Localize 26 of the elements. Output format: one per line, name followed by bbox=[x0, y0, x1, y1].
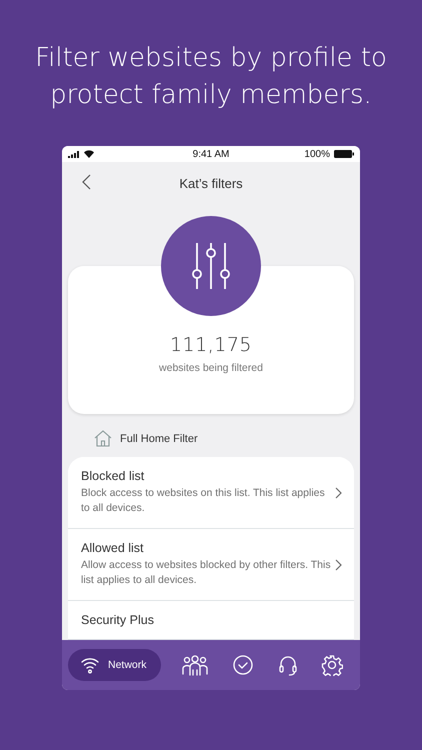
filter-title: Security Plus bbox=[81, 613, 155, 627]
filtered-count: 111,175 bbox=[170, 334, 252, 356]
signal-icon bbox=[68, 150, 81, 158]
sliders-icon bbox=[189, 243, 233, 289]
screen-title: Kat’s filters bbox=[179, 176, 243, 190]
headset-icon bbox=[278, 654, 298, 676]
filter-title: Blocked list bbox=[81, 469, 146, 483]
back-button[interactable] bbox=[82, 174, 91, 190]
filter-description: Allow access to websites blocked by other filters. This list applies to all devices. bbox=[81, 558, 332, 588]
status-time: 9:41 AM bbox=[192, 148, 230, 160]
filter-item[interactable]: Blocked list Block access to websites on this list. This list applies to all devices. bbox=[68, 457, 354, 529]
section-label: Full Home Filter bbox=[120, 432, 198, 444]
house-icon bbox=[94, 430, 112, 447]
people-icon bbox=[180, 654, 209, 676]
headline: Filter websites by profile to protect family members. bbox=[34, 42, 388, 112]
battery-icon bbox=[334, 150, 354, 158]
wifi-icon bbox=[80, 656, 100, 674]
wifi-icon bbox=[84, 150, 94, 158]
chevron-icon bbox=[335, 558, 342, 570]
battery-percent: 100% bbox=[304, 148, 330, 160]
filter-title: Allowed list bbox=[81, 541, 145, 555]
filtered-caption: websites being filtered bbox=[159, 362, 263, 374]
filter-description: Block access to websites on this list. This list applies to all devices. bbox=[81, 486, 326, 516]
chevron-icon bbox=[335, 486, 342, 498]
settings-icon bbox=[320, 654, 343, 676]
nav-tab[interactable]: Network bbox=[68, 649, 161, 681]
